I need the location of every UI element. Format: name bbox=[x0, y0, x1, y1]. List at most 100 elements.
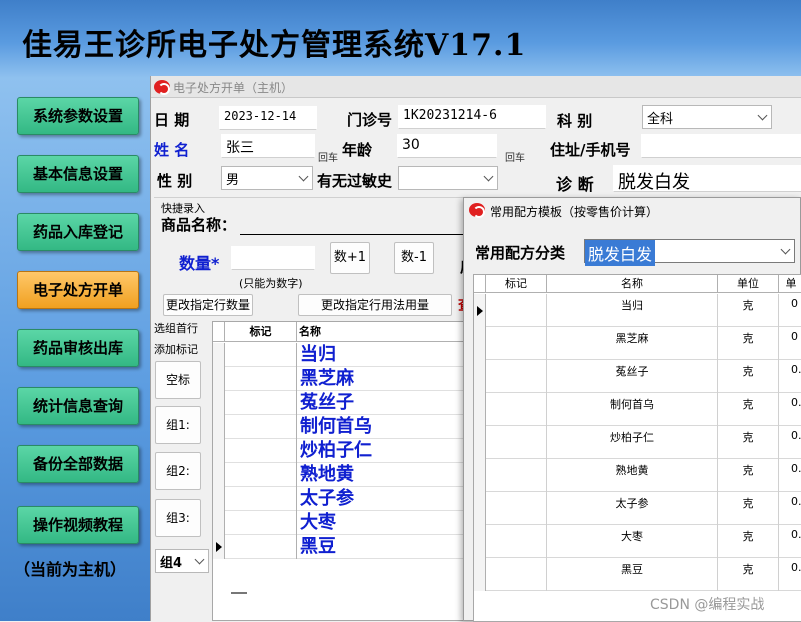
mark-cell[interactable] bbox=[225, 511, 297, 535]
address-label: 住址/手机号 bbox=[550, 141, 631, 159]
prescription-grid[interactable]: 标记 名称 当归 黑芝麻 菟丝子 制何首乌 炒柏子仁 熟地黄 太子参 大枣 黑豆 bbox=[212, 321, 473, 621]
unit-cell: 克 bbox=[718, 525, 779, 558]
drug-name: 太子参 bbox=[300, 488, 354, 509]
change-qty-button[interactable]: 更改指定行数量 bbox=[163, 294, 253, 316]
name-field[interactable]: 张三 bbox=[221, 134, 315, 158]
chevron-down-icon bbox=[757, 110, 768, 121]
mark-cell[interactable] bbox=[225, 463, 297, 487]
table-row[interactable]: 黑芝麻克 0 bbox=[474, 327, 801, 360]
visit-no-field[interactable]: 1K20231214-6 bbox=[398, 105, 546, 129]
nav-prescription[interactable]: 电子处方开单 bbox=[17, 271, 139, 309]
blank-mark-button[interactable]: 空标 bbox=[155, 361, 201, 399]
category-select[interactable]: 脱发白发 bbox=[584, 239, 795, 266]
group4-select[interactable]: 组4 bbox=[155, 549, 209, 573]
group1-button[interactable]: 组1: bbox=[155, 406, 201, 444]
drug-name: 大枣 bbox=[300, 512, 336, 533]
mark-cell[interactable] bbox=[225, 535, 297, 559]
row-indicator bbox=[213, 367, 225, 391]
table-row[interactable]: 菟丝子克 0. bbox=[474, 360, 801, 393]
table-row[interactable]: 制何首乌克 0. bbox=[474, 393, 801, 426]
age-field[interactable]: 30 bbox=[397, 134, 497, 158]
change-usage-button[interactable]: 更改指定行用法用量 bbox=[298, 294, 452, 316]
name-cell: 太子参 bbox=[547, 492, 718, 525]
unit-cell: 克 bbox=[718, 294, 779, 327]
diagnosis-field[interactable]: 脱发白发 bbox=[613, 165, 801, 192]
table-row[interactable]: 黑豆 bbox=[213, 535, 473, 559]
template-grid-header: 标记 名称 单位 单 bbox=[474, 275, 801, 293]
drug-name: 当归 bbox=[300, 344, 336, 365]
name-cell: 熟地黄 bbox=[547, 459, 718, 492]
table-row[interactable]: 炒柏子仁 bbox=[213, 439, 473, 463]
row-indicator bbox=[474, 492, 486, 525]
mark-cell[interactable] bbox=[486, 525, 547, 558]
nav-review-out[interactable]: 药品审核出库 bbox=[17, 329, 139, 367]
nav-stock-in[interactable]: 药品入库登记 bbox=[17, 213, 139, 251]
table-row[interactable]: 大枣克 0. bbox=[474, 525, 801, 558]
mark-cell[interactable] bbox=[486, 492, 547, 525]
date-field[interactable]: 2023-12-14 bbox=[219, 106, 317, 130]
dept-select[interactable]: 全科 bbox=[642, 105, 772, 129]
mark-cell[interactable] bbox=[486, 393, 547, 426]
mark-cell[interactable] bbox=[225, 391, 297, 415]
row-indicator bbox=[474, 327, 486, 360]
price-cell: 0. bbox=[791, 561, 801, 574]
mark-cell[interactable] bbox=[486, 558, 547, 591]
nav-basic-info[interactable]: 基本信息设置 bbox=[17, 155, 139, 193]
drug-name: 黑豆 bbox=[300, 536, 336, 557]
header-mark: 标记 bbox=[225, 322, 297, 342]
row-indicator bbox=[213, 343, 225, 367]
name-cell: 当归 bbox=[547, 294, 718, 327]
mark-cell[interactable] bbox=[486, 327, 547, 360]
gender-select[interactable]: 男 bbox=[221, 166, 313, 190]
product-name-input[interactable] bbox=[240, 234, 466, 235]
table-row[interactable]: 当归克 0 bbox=[474, 294, 801, 327]
qty-minus-button[interactable]: 数-1 bbox=[394, 242, 434, 274]
add-mark-label: 添加标记 bbox=[154, 343, 198, 356]
table-row[interactable]: 制何首乌 bbox=[213, 415, 473, 439]
mark-cell[interactable] bbox=[225, 343, 297, 367]
mark-cell[interactable] bbox=[486, 294, 547, 327]
row-indicator bbox=[474, 459, 486, 492]
mark-cell[interactable] bbox=[486, 426, 547, 459]
drug-name: 制何首乌 bbox=[300, 416, 372, 437]
app-logo-icon bbox=[154, 80, 170, 95]
table-row[interactable]: 黑芝麻 bbox=[213, 367, 473, 391]
allergy-select[interactable] bbox=[398, 166, 498, 190]
visit-no-label: 门诊号 bbox=[347, 111, 393, 129]
header-name: 名称 bbox=[547, 275, 718, 293]
header-unit: 单位 bbox=[718, 275, 779, 293]
table-row[interactable]: 菟丝子 bbox=[213, 391, 473, 415]
qty-input[interactable] bbox=[231, 246, 315, 270]
group4-value: 组4 bbox=[160, 556, 183, 571]
mark-cell[interactable] bbox=[486, 360, 547, 393]
group3-button[interactable]: 组3: bbox=[155, 499, 201, 537]
table-row[interactable]: 炒柏子仁克 0. bbox=[474, 426, 801, 459]
quick-entry-group: 快捷录入 商品名称： 数量* (只能为数字) 数+1 数-1 房 更改指定行数量… bbox=[154, 197, 475, 317]
address-field[interactable] bbox=[641, 134, 801, 158]
table-row[interactable]: 黑豆克 0. bbox=[474, 558, 801, 591]
price-cell: 0 bbox=[791, 330, 798, 343]
table-row[interactable]: 大枣 bbox=[213, 511, 473, 535]
table-row[interactable]: 太子参克 0. bbox=[474, 492, 801, 525]
group2-button[interactable]: 组2: bbox=[155, 452, 201, 490]
row-indicator bbox=[474, 525, 486, 558]
grid-scroll-handle[interactable] bbox=[231, 592, 247, 594]
qty-plus-button[interactable]: 数+1 bbox=[330, 242, 370, 274]
app-title: 佳易王诊所电子处方管理系统V17.1 bbox=[22, 28, 527, 63]
template-grid[interactable]: 标记 名称 单位 单 当归克 0 黑芝麻克 0 菟丝子克 0. 制何首乌克 0. 炒柏子… bbox=[473, 274, 801, 622]
mark-cell[interactable] bbox=[486, 459, 547, 492]
mark-cell[interactable] bbox=[225, 439, 297, 463]
nav-backup[interactable]: 备份全部数据 bbox=[17, 445, 139, 483]
mark-cell[interactable] bbox=[225, 415, 297, 439]
table-row[interactable]: 当归 bbox=[213, 343, 473, 367]
table-row[interactable]: 熟地黄 bbox=[213, 463, 473, 487]
table-row[interactable]: 熟地黄克 0. bbox=[474, 459, 801, 492]
nav-system-settings[interactable]: 系统参数设置 bbox=[17, 97, 139, 135]
product-name-label: 商品名称： bbox=[161, 216, 237, 234]
table-row[interactable]: 太子参 bbox=[213, 487, 473, 511]
nav-statistics[interactable]: 统计信息查询 bbox=[17, 387, 139, 425]
mark-cell[interactable] bbox=[225, 487, 297, 511]
nav-video-tutorial[interactable]: 操作视频教程 bbox=[17, 506, 139, 544]
mark-cell[interactable] bbox=[225, 367, 297, 391]
row-indicator bbox=[213, 487, 225, 511]
